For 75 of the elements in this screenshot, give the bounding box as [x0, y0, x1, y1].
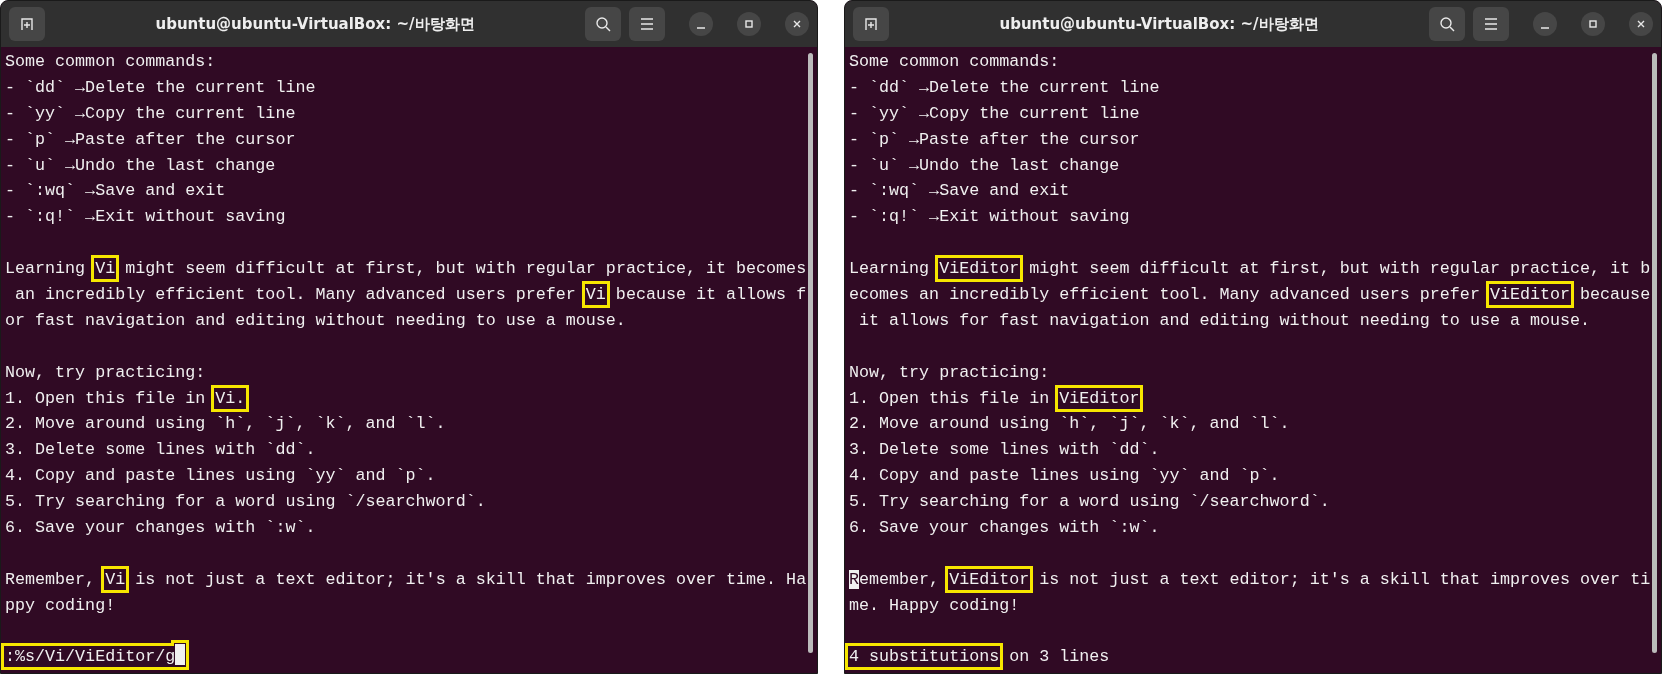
terminal-text: - `u` →Undo the last change [5, 155, 276, 175]
terminal-text: 4. Copy and paste lines using `yy` and `p`. [5, 466, 436, 486]
terminal-text: Some common commands: [849, 52, 1060, 71]
close-icon [1636, 19, 1646, 29]
scrollbar[interactable] [1652, 53, 1657, 653]
terminal-text: Remember, [5, 569, 97, 589]
terminal-text: Some common commands: [5, 52, 216, 71]
terminal-text: Learning [5, 259, 87, 279]
menu-icon [640, 18, 654, 30]
terminal-text: - `:q!` →Exit without saving [5, 207, 286, 227]
terminal-text: - `dd` →Delete the current line [5, 77, 316, 97]
terminal-text: - `dd` →Delete the current line [849, 77, 1160, 97]
cursor-char: R [849, 569, 859, 589]
terminal-text: an incredibly efficient tool. Many advanced users prefer [14, 285, 577, 304]
close-button[interactable] [785, 12, 809, 36]
highlighted-text: :%s/Vi/ViEditor/g [5, 647, 186, 667]
terminal-text: because it allows f [614, 285, 807, 304]
search-button[interactable] [1429, 7, 1465, 41]
terminal-text: - `p` →Paste after the cursor [849, 129, 1140, 149]
scrollbar[interactable] [808, 53, 813, 653]
menu-button[interactable] [1473, 7, 1509, 41]
terminal-text: is not just a text editor; it's a skill that improves over ti [1038, 569, 1651, 589]
new-tab-button[interactable] [853, 7, 889, 41]
terminal-text: - `yy` →Copy the current line [5, 103, 296, 123]
maximize-icon [744, 19, 754, 29]
terminal-text: is not just a text editor; it's a skill that improves over time. Ha [134, 569, 807, 589]
maximize-button[interactable] [737, 12, 761, 36]
new-tab-icon [863, 16, 879, 32]
terminal-text: - `:wq` →Save and exit [849, 181, 1070, 201]
minimize-icon [697, 27, 705, 29]
terminal-text: emember, [859, 569, 941, 589]
terminal-text: or fast navigation and editing without needing to use a mouse. [5, 310, 626, 330]
terminal-text: 2. Move around using `h`, `j`, `k`, and `l`. [5, 414, 446, 434]
terminal-text: - `:q!` →Exit without saving [849, 207, 1130, 227]
window-title: ubuntu@ubuntu-VirtualBox: ~/바탕화면 [154, 13, 476, 35]
terminal-text: ppy coding! [5, 595, 116, 615]
new-tab-button[interactable] [9, 7, 45, 41]
new-tab-icon [19, 16, 35, 32]
terminal-text: - `yy` →Copy the current line [849, 103, 1140, 123]
terminal-text: 1. Open this file in [5, 388, 207, 408]
close-button[interactable] [1629, 12, 1653, 36]
terminal-text: 1. Open this file in [849, 388, 1051, 408]
terminal-text: Learning [849, 259, 931, 279]
terminal-text: 2. Move around using `h`, `j`, `k`, and `l`. [849, 414, 1290, 434]
terminal-text: might seem difficult at first, but with regular practice, it b [1028, 259, 1651, 279]
minimize-button[interactable] [689, 12, 713, 36]
maximize-icon [1588, 19, 1598, 29]
close-icon [792, 19, 802, 29]
search-button[interactable] [585, 7, 621, 41]
terminal-text: 4. Copy and paste lines using `yy` and `p`. [849, 466, 1280, 486]
terminal-text: Now, try practicing: [849, 362, 1050, 382]
menu-icon [1484, 18, 1498, 30]
search-icon [595, 16, 611, 32]
terminal-text: - `p` →Paste after the cursor [5, 129, 296, 149]
terminal-text: 3. Delete some lines with `dd`. [849, 440, 1160, 460]
terminal-text: 6. Save your changes with `:w`. [849, 518, 1160, 538]
menu-button[interactable] [629, 7, 665, 41]
terminal-text: - `:wq` →Save and exit [5, 181, 226, 201]
terminal-text: 5. Try searching for a word using `/searchword`. [849, 492, 1330, 512]
terminal-text: might seem difficult at first, but with regular practice, it becomes [124, 259, 807, 279]
terminal-text: 5. Try searching for a word using `/searchword`. [5, 492, 486, 512]
terminal-text: ecomes an incredibly efficient tool. Many advanced users prefer [849, 285, 1481, 304]
search-icon [1439, 16, 1455, 32]
terminal-text: - `u` →Undo the last change [849, 155, 1120, 175]
terminal-text: 6. Save your changes with `:w`. [5, 518, 316, 538]
terminal-text: on 3 lines [1008, 647, 1110, 667]
terminal-text: because [1579, 285, 1651, 304]
terminal-text: Now, try practicing: [5, 362, 206, 382]
maximize-button[interactable] [1581, 12, 1605, 36]
minimize-button[interactable] [1533, 12, 1557, 36]
terminal-text: it allows for fast navigation and editing without needing to use a mouse. [858, 310, 1591, 330]
minimize-icon [1541, 27, 1549, 29]
terminal-text: me. Happy coding! [849, 595, 1020, 615]
window-title: ubuntu@ubuntu-VirtualBox: ~/바탕화면 [998, 13, 1320, 35]
terminal-text: 3. Delete some lines with `dd`. [5, 440, 316, 460]
